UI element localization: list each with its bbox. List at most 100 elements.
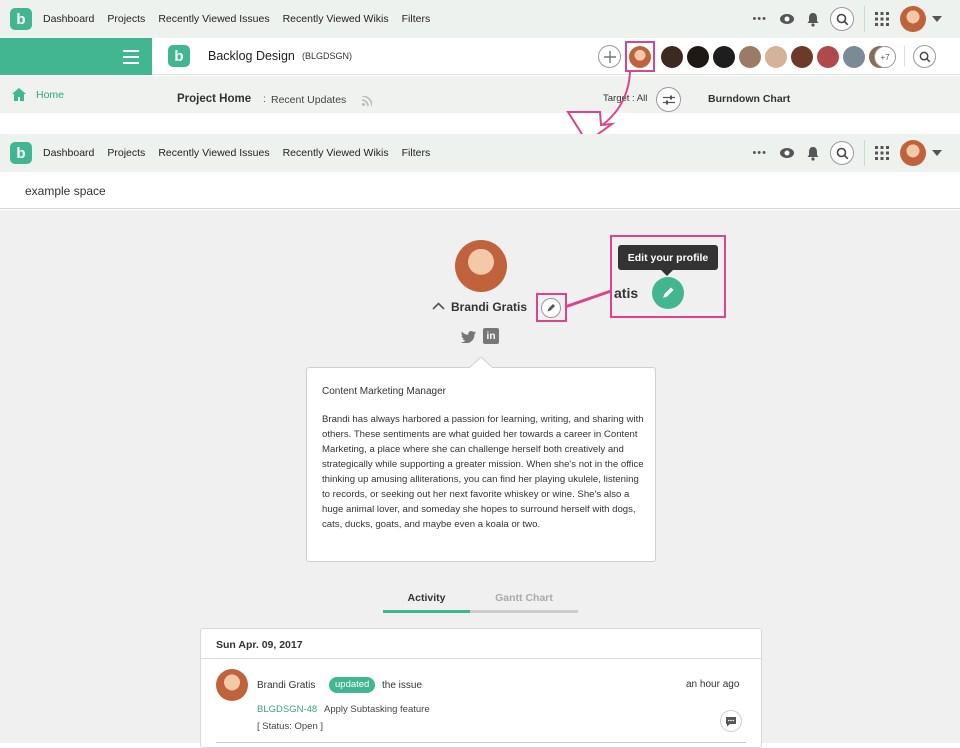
nav-recently-viewed-issues[interactable]: Recently Viewed Issues — [158, 147, 269, 159]
notification-bell-icon[interactable] — [806, 146, 820, 161]
recent-updates-label[interactable]: Recent Updates — [271, 94, 346, 106]
nav-filters[interactable]: Filters — [402, 13, 431, 25]
activity-user-name[interactable]: Brandi Gratis — [257, 680, 315, 691]
activity-action: the issue — [382, 680, 423, 691]
backlog-logo[interactable]: b — [10, 142, 32, 164]
nav-dashboard[interactable]: Dashboard — [43, 147, 94, 159]
tab-gantt-chart[interactable]: Gantt Chart — [470, 592, 578, 604]
more-menu-icon[interactable]: ••• — [752, 147, 767, 159]
nav-recently-viewed-wikis[interactable]: Recently Viewed Wikis — [283, 147, 389, 159]
filter-settings-icon[interactable] — [656, 87, 681, 112]
apps-grid-icon[interactable] — [875, 146, 889, 160]
activity-status-text: [ Status: Open ] — [257, 721, 324, 732]
profile-avatar — [455, 240, 507, 292]
pencil-icon — [663, 287, 674, 298]
member-avatar[interactable] — [791, 46, 813, 68]
profile-bio-text: Brandi has always harbored a passion for… — [322, 414, 644, 530]
profile-job-title: Content Marketing Manager — [322, 386, 446, 397]
activity-user-avatar[interactable] — [216, 669, 248, 701]
chevron-down-icon[interactable] — [932, 150, 942, 156]
global-nav-bar-2: b Dashboard Projects Recently Viewed Iss… — [0, 134, 960, 172]
profile-name: Brandi Gratis — [451, 300, 528, 314]
project-divider — [904, 46, 905, 66]
nav-recently-viewed-issues[interactable]: Recently Viewed Issues — [158, 13, 269, 25]
global-nav-links: Dashboard Projects Recently Viewed Issue… — [43, 147, 443, 159]
project-name[interactable]: Backlog Design — [208, 49, 295, 63]
project-search-icon[interactable] — [913, 45, 936, 68]
profile-bio-card: Content Marketing Manager Brandi has alw… — [306, 367, 656, 562]
activity-issue-key[interactable]: BLGDSGN-48 — [257, 704, 317, 715]
watch-eye-icon[interactable] — [779, 13, 795, 25]
backlog-logo[interactable]: b — [10, 8, 32, 30]
chevron-down-icon[interactable] — [932, 16, 942, 22]
activity-card: Sun Apr. 09, 2017 Brandi Gratis updated … — [200, 628, 762, 748]
project-home-title: Project Home — [177, 93, 252, 105]
collapse-chevron-up-icon[interactable] — [432, 302, 445, 310]
search-icon[interactable] — [830, 7, 854, 31]
member-avatar-brandi[interactable] — [629, 46, 651, 68]
twitter-icon[interactable] — [461, 331, 476, 343]
more-members-count[interactable]: +7 — [874, 46, 896, 68]
nav-recently-viewed-wikis[interactable]: Recently Viewed Wikis — [283, 13, 389, 25]
project-logo: b — [168, 45, 190, 67]
pencil-icon — [547, 304, 555, 312]
linkedin-icon[interactable]: in — [483, 328, 499, 344]
activity-issue-title: Apply Subtasking feature — [324, 704, 430, 715]
notification-bell-icon[interactable] — [806, 12, 820, 27]
tab-underline — [470, 610, 578, 613]
activity-time: an hour ago — [686, 679, 740, 690]
member-avatar[interactable] — [661, 46, 683, 68]
zoomed-edit-button[interactable] — [652, 277, 684, 309]
activity-date: Sun Apr. 09, 2017 — [216, 639, 303, 651]
member-avatar[interactable] — [765, 46, 787, 68]
member-avatar[interactable] — [687, 46, 709, 68]
rss-feed-icon[interactable] — [362, 96, 372, 106]
global-nav-bar: b Dashboard Projects Recently Viewed Iss… — [0, 0, 960, 38]
breadcrumb-separator: : — [263, 93, 266, 105]
home-icon[interactable] — [12, 88, 26, 101]
member-avatar[interactable] — [817, 46, 839, 68]
bio-card-pointer — [469, 357, 493, 369]
sidebar-toggle-area — [0, 38, 152, 75]
nav-dashboard[interactable]: Dashboard — [43, 13, 94, 25]
space-name[interactable]: example space — [25, 184, 106, 198]
tooltip-text: Edit your profile — [627, 251, 709, 264]
hamburger-menu-icon[interactable] — [123, 50, 139, 68]
global-nav-links: Dashboard Projects Recently Viewed Issue… — [43, 13, 443, 25]
tooltip-pointer — [661, 270, 673, 276]
user-avatar[interactable] — [900, 6, 926, 32]
apps-grid-icon[interactable] — [875, 12, 889, 26]
activity-status-badge: updated — [329, 677, 376, 693]
zoomed-name-fragment: atis — [614, 285, 639, 301]
nav-divider — [864, 6, 865, 32]
comment-icon[interactable] — [720, 710, 742, 732]
nav-right-tools: ••• — [752, 134, 960, 172]
project-header-bar: b Backlog Design (BLGDSGN) +7 — [0, 38, 960, 75]
member-avatar[interactable] — [843, 46, 865, 68]
user-avatar[interactable] — [900, 140, 926, 166]
project-key: (BLGDSGN) — [302, 51, 353, 61]
watch-eye-icon[interactable] — [779, 147, 795, 159]
edit-profile-button[interactable] — [541, 298, 561, 318]
space-header: example space — [0, 172, 960, 209]
search-icon[interactable] — [830, 141, 854, 165]
nav-projects[interactable]: Projects — [107, 147, 145, 159]
nav-projects[interactable]: Projects — [107, 13, 145, 25]
profile-tabs: Activity Gantt Chart — [383, 588, 578, 613]
nav-divider — [864, 140, 865, 166]
callout-connector — [565, 289, 612, 309]
add-member-icon[interactable] — [598, 45, 621, 68]
tab-underline-active — [383, 610, 470, 613]
nav-filters[interactable]: Filters — [402, 147, 431, 159]
activity-divider — [201, 658, 761, 659]
home-link[interactable]: Home — [36, 89, 64, 101]
more-menu-icon[interactable]: ••• — [752, 13, 767, 25]
burndown-chart-link[interactable]: Burndown Chart — [708, 93, 790, 105]
nav-right-tools: ••• — [752, 0, 960, 38]
member-avatar[interactable] — [713, 46, 735, 68]
tab-activity[interactable]: Activity — [383, 592, 470, 604]
member-avatar-list — [656, 46, 891, 68]
member-avatar[interactable] — [739, 46, 761, 68]
edit-profile-tooltip: Edit your profile — [618, 245, 718, 270]
project-sub-bar: Home Project Home : Recent Updates Targe… — [0, 76, 960, 113]
